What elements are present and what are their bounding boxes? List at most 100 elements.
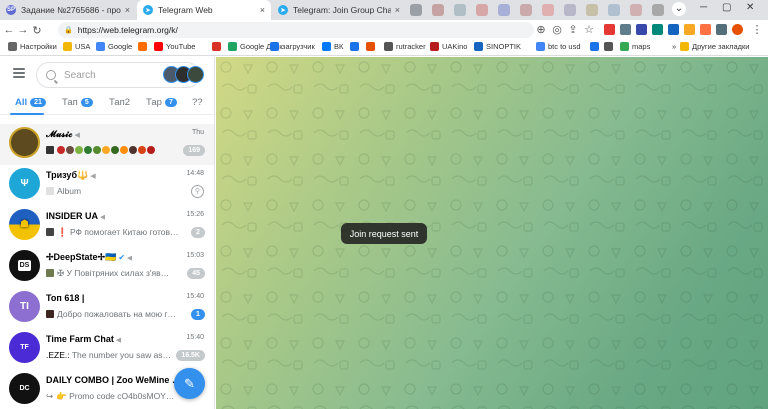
minimize-icon[interactable]: ─ (700, 2, 707, 13)
bookmark-item[interactable]: Google (96, 42, 132, 51)
folder-label: Тап2 (109, 97, 131, 108)
extension-icon[interactable] (700, 24, 711, 35)
bookmark-item[interactable]: UAKino (430, 42, 467, 51)
tab-favicon-icon[interactable] (454, 4, 466, 16)
folder-tab-all[interactable]: All 21 (15, 97, 46, 108)
tab-favicon-icon[interactable] (542, 4, 554, 16)
tab-favicon-icon[interactable] (630, 4, 642, 16)
chat-avatar: DC (9, 373, 40, 404)
maximize-icon[interactable]: ▢ (722, 2, 731, 13)
chat-item-tryzub[interactable]: Ψ Тризуб🔱 ◀ 14:48 Album ⚲ (0, 165, 214, 206)
tab-favicon-icon[interactable] (410, 4, 422, 16)
tab-favicon-icon[interactable] (432, 4, 444, 16)
close-window-icon[interactable]: ✕ (746, 2, 754, 13)
chat-item-deepstate[interactable]: DS ✢DeepState✢🇺🇦 ✔ ◀ 15:03 ✠ У Повітряних … (0, 247, 214, 288)
stories-avatars[interactable] (163, 66, 204, 83)
bookmark-item[interactable] (138, 42, 150, 51)
bookmark-item[interactable] (590, 42, 602, 51)
bookmark-star-icon[interactable]: ☆ (582, 23, 596, 36)
more-menu-icon[interactable]: ⋮ (750, 23, 764, 36)
folder-tab-question[interactable]: ?? (192, 97, 203, 108)
bookmark-label: btc to usd (548, 42, 581, 51)
browser-tab[interactable]: SP Задание №2765686 - просмотр з × (0, 0, 136, 20)
muted-icon: ◀ (90, 173, 96, 180)
bookmark-item[interactable] (604, 42, 616, 51)
bookmark-favicon-icon (366, 42, 375, 51)
bookmark-item[interactable]: rutracker (384, 42, 426, 51)
tab-favicon-icon[interactable] (652, 4, 664, 16)
tab-title: Telegram: Join Group Chat (293, 5, 391, 15)
folder-tab-tap2[interactable]: Тап2 (109, 97, 130, 108)
avatar-text: DC (19, 385, 30, 392)
bookmark-item[interactable]: SINOPTIK (474, 42, 521, 51)
close-tab-icon[interactable]: × (125, 5, 130, 15)
tab-favicon-icon[interactable] (608, 4, 620, 16)
chat-preview-text: ✠ У Повітряних силах з'яв… (57, 268, 170, 278)
extension-icon[interactable] (604, 24, 615, 35)
bookmark-favicon-icon (604, 42, 613, 51)
avatar-text: Ψ (20, 178, 29, 189)
puzzle-extensions-icon[interactable] (716, 24, 727, 35)
chat-item-time-farm[interactable]: TF Time Farm Chat ◀ 15:40 .EZE.: The numb… (0, 329, 214, 370)
extension-icon[interactable] (620, 24, 631, 35)
more-bookmarks-icon[interactable]: » (672, 42, 676, 51)
bookmark-favicon-icon (270, 42, 279, 51)
extension-icon[interactable] (668, 24, 679, 35)
bookmark-item[interactable]: maps (620, 42, 650, 51)
chat-avatar: ☗ (9, 209, 40, 240)
story-avatar[interactable] (187, 66, 204, 83)
bookmark-item[interactable] (366, 42, 378, 51)
chat-time: 15:40 (186, 293, 204, 300)
bookmark-item[interactable]: ВК (322, 42, 343, 51)
tab-favicon-icon[interactable] (476, 4, 488, 16)
close-tab-icon[interactable]: × (395, 5, 400, 15)
share-icon[interactable]: ⇪ (566, 23, 580, 36)
chat-item-top-618[interactable]: TI Топ 618 | 15:40 Добро пожаловать на м… (0, 288, 214, 329)
bookmark-item[interactable]: Другие закладки (680, 42, 749, 51)
bookmark-item[interactable]: загрузчик (270, 42, 315, 51)
back-icon[interactable]: ← (2, 24, 16, 36)
unread-badge: 169 (183, 145, 205, 156)
bookmark-item[interactable] (212, 42, 224, 51)
emoji-icon (84, 146, 92, 154)
bookmark-item[interactable]: YouTube (154, 42, 195, 51)
avatar-text: TF (20, 344, 29, 351)
chat-preview: ❗ РФ помогает Китаю готов… (46, 227, 184, 238)
url-field[interactable]: 🔒 https://web.telegram.org/k/ (58, 22, 534, 38)
album-thumbnail-icon (46, 187, 54, 195)
forward-icon[interactable]: → (16, 24, 30, 36)
chat-time: 15:03 (186, 252, 204, 259)
bookmark-item[interactable] (350, 42, 362, 51)
tab-favicon-icon[interactable] (498, 4, 510, 16)
tab-favicon-icon[interactable] (586, 4, 598, 16)
browser-tab-active[interactable]: ➤ Telegram Web × (137, 0, 271, 20)
search-placeholder: Search (64, 69, 96, 81)
tab-search-icon[interactable]: ⌄ (672, 2, 686, 16)
extension-icon[interactable] (684, 24, 695, 35)
close-tab-icon[interactable]: × (260, 5, 265, 15)
bookmark-favicon-icon (8, 42, 17, 51)
chat-avatar: TF (9, 332, 40, 363)
bookmark-item[interactable]: btc to usd (536, 42, 581, 51)
browser-tab[interactable]: ➤ Telegram: Join Group Chat × (272, 0, 406, 20)
bookmark-item[interactable]: USA (63, 42, 90, 51)
install-icon[interactable]: ⊕ (534, 23, 548, 36)
folder-tab-tar[interactable]: Тар 7 (146, 97, 177, 108)
chat-item-insider-ua[interactable]: ☗ INSIDER UA ◀ 15:26 ❗ РФ помогает Китаю … (0, 206, 214, 247)
extension-icon[interactable] (636, 24, 647, 35)
profile-avatar-icon[interactable] (732, 24, 743, 35)
tab-favicon-icon[interactable] (520, 4, 532, 16)
extension-icon[interactable] (652, 24, 663, 35)
folder-tab-tap[interactable]: Тап 5 (62, 97, 93, 108)
tab-favicon-icon[interactable] (564, 4, 576, 16)
chat-name-text: 𝓜𝓾𝓼𝓲𝓬 (46, 129, 73, 139)
chat-item-music[interactable]: 𝓜𝓾𝓼𝓲𝓬 ◀ Thu 169 (0, 124, 214, 165)
image-thumbnail-icon (46, 269, 54, 277)
bookmark-favicon-icon (322, 42, 331, 51)
chat-avatar: TI (9, 291, 40, 322)
google-lens-icon[interactable]: ◎ (550, 23, 564, 36)
bookmark-item[interactable]: Настройки (8, 42, 57, 51)
new-message-button[interactable]: ✎ (174, 368, 205, 399)
reload-icon[interactable]: ↻ (30, 24, 44, 37)
hamburger-menu-icon[interactable] (13, 68, 25, 81)
